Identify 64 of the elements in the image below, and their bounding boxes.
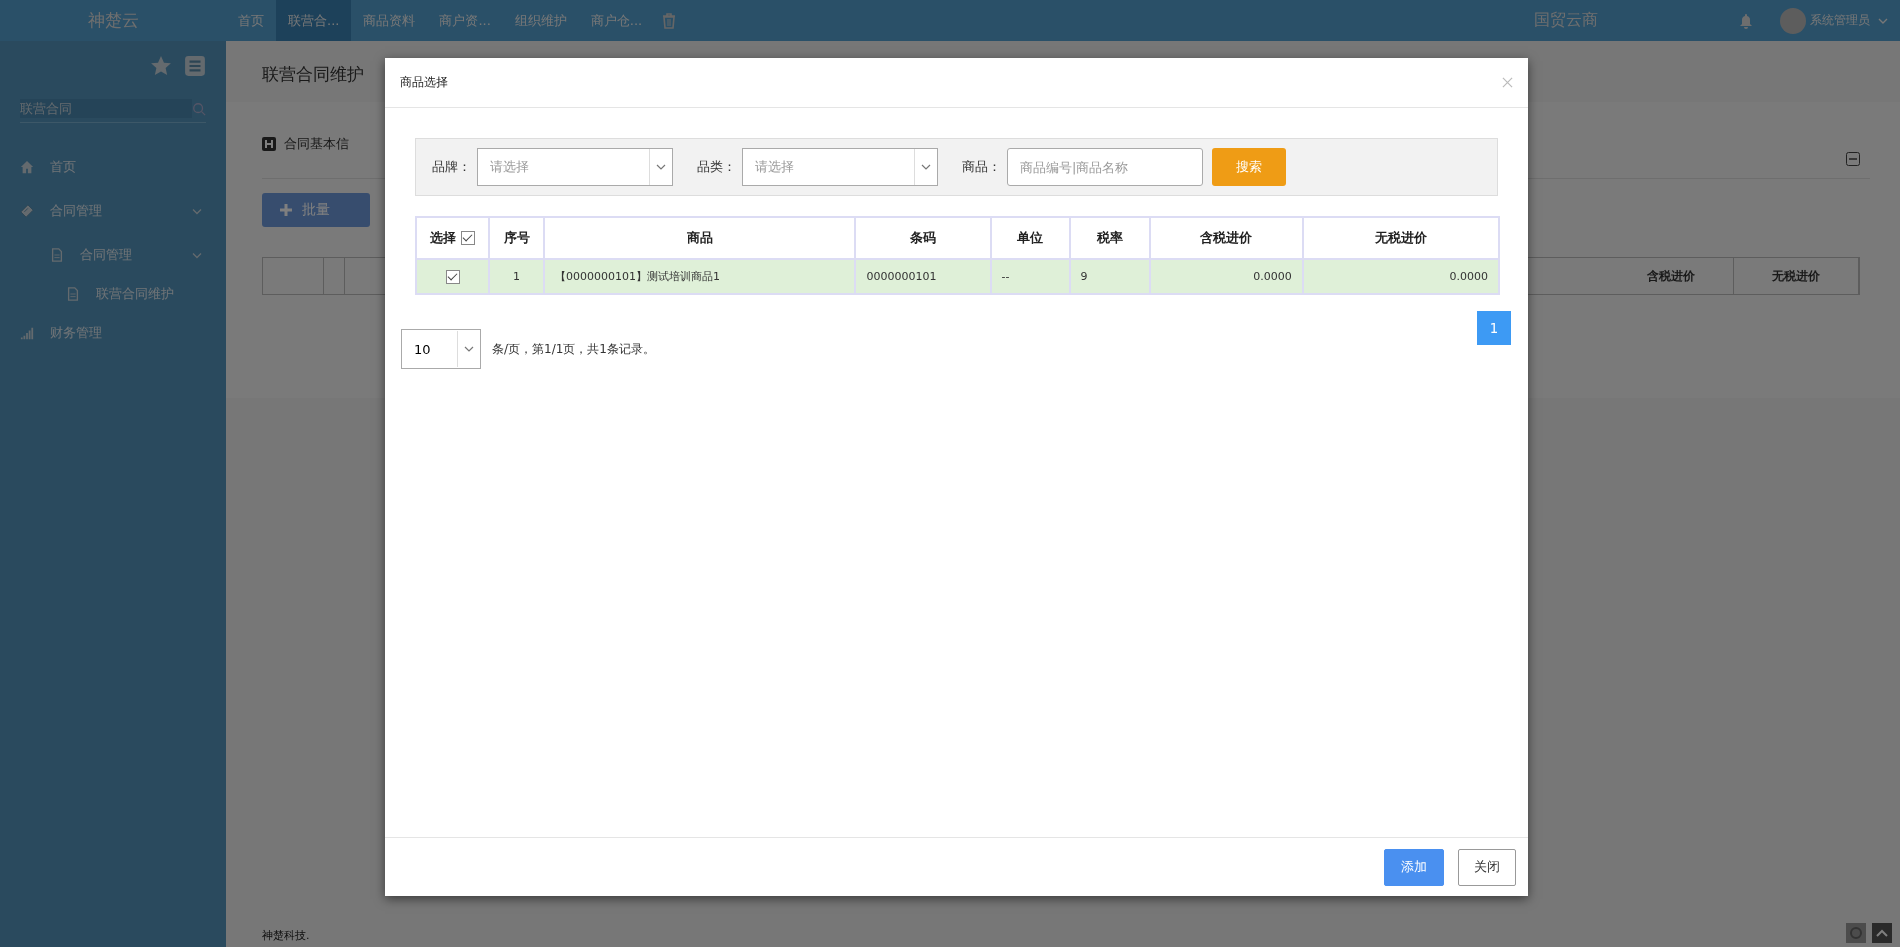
batch-button[interactable]: 批量 bbox=[262, 193, 370, 227]
table-cell: 0.0000 bbox=[1302, 259, 1499, 294]
select-all-checkbox[interactable] bbox=[461, 231, 476, 245]
trash-icon[interactable] bbox=[662, 12, 677, 29]
document-icon bbox=[66, 287, 80, 301]
close-button[interactable]: 关闭 bbox=[1458, 848, 1516, 886]
plus-icon bbox=[280, 204, 292, 216]
column-header: 商品 bbox=[544, 217, 856, 259]
table-cell: 0000000101 bbox=[855, 259, 991, 294]
filter-label: 品牌： bbox=[432, 158, 471, 176]
settings-icon[interactable] bbox=[1846, 923, 1866, 943]
star-icon[interactable] bbox=[150, 55, 172, 77]
table-cell: 9 bbox=[1069, 259, 1150, 294]
section-tab[interactable]: 合同基本信 bbox=[284, 135, 349, 153]
column-header: 无税进价 bbox=[1734, 258, 1859, 294]
app-logo: 神楚云 bbox=[86, 9, 140, 32]
menu-label: 财务管理 bbox=[50, 324, 102, 342]
page-title: 联营合同维护 bbox=[262, 63, 364, 86]
caret-icon[interactable] bbox=[1878, 17, 1888, 24]
avatar[interactable] bbox=[1780, 7, 1806, 34]
filter-label: 商品： bbox=[962, 158, 1001, 176]
row-checkbox[interactable] bbox=[445, 269, 460, 284]
nav-tab[interactable]: 首页 bbox=[226, 0, 276, 41]
chevron-icon bbox=[656, 164, 666, 170]
table-cell: 【0000000101】测试培训商品1 bbox=[544, 259, 856, 294]
nav-tab[interactable]: 商品资料 bbox=[351, 0, 428, 41]
table-row[interactable]: 1 【0000000101】测试培训商品1 0000000101 -- 9 0.0000 0.0000 bbox=[416, 259, 1499, 294]
nav-tab[interactable]: 商户资... bbox=[427, 0, 503, 41]
dialog-title: 商品选择 bbox=[400, 74, 448, 91]
nav-tab[interactable]: 联营合... bbox=[276, 0, 352, 41]
notification-icon[interactable] bbox=[1738, 12, 1754, 29]
close-icon[interactable] bbox=[1502, 77, 1513, 88]
user-name[interactable]: 系统管理员 bbox=[1810, 12, 1870, 29]
product-search-field[interactable]: 商品编号|商品名称 bbox=[1007, 148, 1203, 186]
add-button[interactable]: 添加 bbox=[1384, 848, 1444, 886]
brand-name: 国贸云商 bbox=[1534, 10, 1598, 31]
list-icon[interactable] bbox=[184, 55, 206, 77]
dropdown-field[interactable]: 请选择 bbox=[477, 148, 673, 186]
signal-bars-icon bbox=[20, 326, 34, 340]
document-icon bbox=[50, 248, 64, 262]
collapse-icon[interactable] bbox=[1846, 152, 1860, 166]
footer-text: 神楚科技. bbox=[262, 928, 310, 943]
filter-label: 品类： bbox=[697, 158, 736, 176]
chevron-icon bbox=[921, 164, 931, 170]
ticket-icon bbox=[20, 204, 34, 218]
scroll-top-icon[interactable] bbox=[1872, 923, 1892, 943]
table-cell: -- bbox=[990, 259, 1070, 294]
select-all-label: 选择 bbox=[430, 229, 457, 247]
chevron-icon bbox=[464, 346, 474, 352]
dropdown-field[interactable]: 请选择 bbox=[742, 148, 938, 186]
page-button[interactable]: 1 bbox=[1477, 311, 1511, 345]
table-cell: 0.0000 bbox=[1149, 259, 1303, 294]
menu-item[interactable]: 财务管理 bbox=[20, 313, 206, 353]
search-icon[interactable] bbox=[192, 101, 206, 116]
column-header: 无税进价 bbox=[1302, 217, 1499, 259]
pagination-summary: 条/页，第1/1页，共1条记录。 bbox=[492, 340, 655, 358]
search-button[interactable]: 搜索 bbox=[1212, 148, 1286, 186]
home-icon bbox=[20, 160, 34, 174]
table-cell: 1 bbox=[489, 259, 545, 294]
column-header: 含税进价 bbox=[1609, 258, 1734, 294]
nav-tab[interactable]: 组织维护 bbox=[502, 0, 579, 41]
nav-tab[interactable]: 商户仓... bbox=[578, 0, 655, 41]
h-square-icon bbox=[262, 137, 276, 151]
page-size-select[interactable]: 10 bbox=[401, 329, 481, 369]
